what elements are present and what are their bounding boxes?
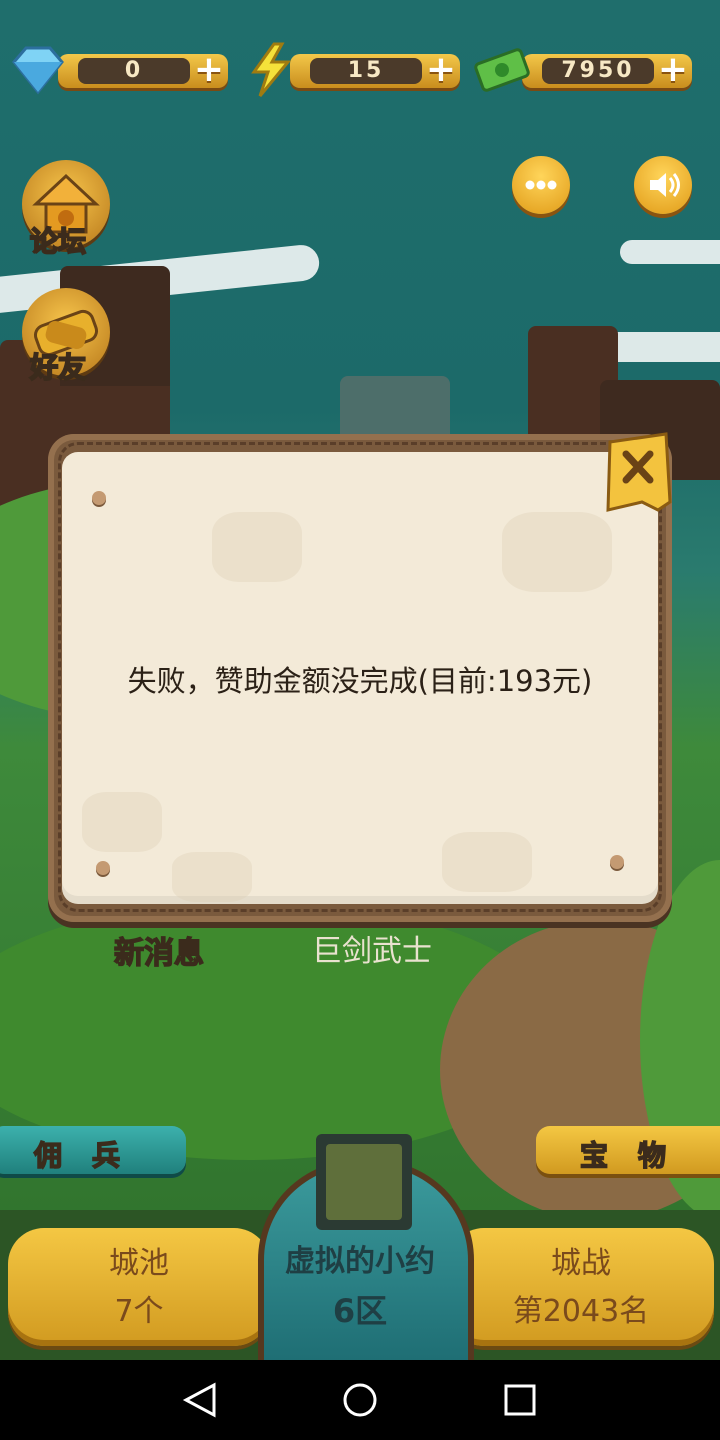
system-nav-bar xyxy=(0,1360,720,1440)
close-dialog-button[interactable] xyxy=(602,432,674,520)
close-x-icon xyxy=(606,432,672,512)
home-icon[interactable] xyxy=(340,1380,380,1420)
dialog-message: 失败，赞助金额没完成(目前:193元) xyxy=(127,664,593,698)
pin xyxy=(92,491,106,505)
pin xyxy=(96,861,110,875)
paper-texture xyxy=(212,512,302,582)
paper-texture xyxy=(442,832,532,892)
recents-icon[interactable] xyxy=(502,1382,538,1418)
pin xyxy=(610,855,624,869)
back-icon[interactable] xyxy=(180,1382,220,1418)
paper-texture xyxy=(502,512,612,592)
paper-texture xyxy=(172,852,252,902)
paper-texture xyxy=(82,792,162,852)
